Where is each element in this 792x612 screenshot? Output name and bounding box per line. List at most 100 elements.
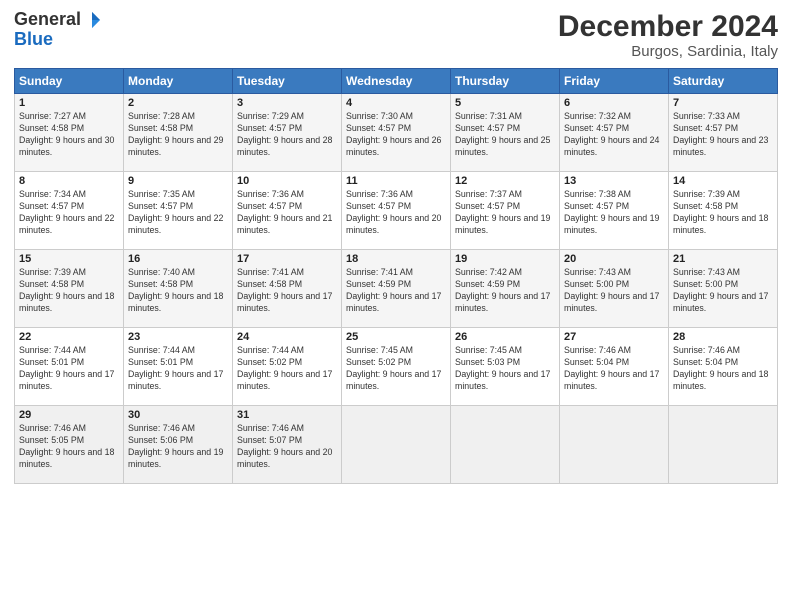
day-number: 14 — [673, 175, 773, 187]
cell-info: Sunrise: 7:29 AM Sunset: 4:57 PM Dayligh… — [237, 111, 337, 159]
cell-info: Sunrise: 7:38 AM Sunset: 4:57 PM Dayligh… — [564, 189, 664, 237]
calendar-cell: 6 Sunrise: 7:32 AM Sunset: 4:57 PM Daylig… — [560, 94, 669, 172]
calendar-cell: 7 Sunrise: 7:33 AM Sunset: 4:57 PM Daylig… — [669, 94, 778, 172]
calendar-cell: 19Sunrise: 7:42 AM Sunset: 4:59 PM Dayli… — [451, 250, 560, 328]
calendar-week-row: 29 Sunrise: 7:46 AM Sunset: 5:05 PM Dayli… — [15, 406, 778, 484]
cell-info: Sunrise: 7:46 AM Sunset: 5:05 PM Dayligh… — [19, 423, 119, 471]
header-cell-wednesday: Wednesday — [342, 69, 451, 94]
cell-info: Sunrise: 7:46 AM Sunset: 5:04 PM Dayligh… — [564, 345, 664, 393]
day-number: 7 — [673, 97, 773, 109]
calendar-cell: 22 Sunrise: 7:44 AM Sunset: 5:01 PM Dayli… — [15, 328, 124, 406]
calendar-cell — [451, 406, 560, 484]
calendar-cell: 31 Sunrise: 7:46 AM Sunset: 5:07 PM Dayli… — [233, 406, 342, 484]
cell-info: Sunrise: 7:43 AM Sunset: 5:00 PM Dayligh… — [564, 267, 664, 315]
cell-info: Sunrise: 7:44 AM Sunset: 5:02 PM Dayligh… — [237, 345, 337, 393]
calendar-cell: 13 Sunrise: 7:38 AM Sunset: 4:57 PM Dayli… — [560, 172, 669, 250]
day-number: 4 — [346, 97, 446, 109]
calendar-cell: 8Sunrise: 7:34 AM Sunset: 4:57 PM Daylig… — [15, 172, 124, 250]
day-number: 22 — [19, 331, 119, 343]
header-cell-sunday: Sunday — [15, 69, 124, 94]
cell-info: Sunrise: 7:46 AM Sunset: 5:06 PM Dayligh… — [128, 423, 228, 471]
header-cell-friday: Friday — [560, 69, 669, 94]
calendar-cell: 29 Sunrise: 7:46 AM Sunset: 5:05 PM Dayli… — [15, 406, 124, 484]
calendar-cell: 26 Sunrise: 7:45 AM Sunset: 5:03 PM Dayli… — [451, 328, 560, 406]
title-block: December 2024 Burgos, Sardinia, Italy — [558, 10, 778, 60]
day-number: 2 — [128, 97, 228, 109]
calendar-cell: 25 Sunrise: 7:45 AM Sunset: 5:02 PM Dayli… — [342, 328, 451, 406]
month-title: December 2024 — [558, 10, 778, 43]
calendar-cell — [342, 406, 451, 484]
cell-info: Sunrise: 7:44 AM Sunset: 5:01 PM Dayligh… — [19, 345, 119, 393]
calendar-cell: 23Sunrise: 7:44 AM Sunset: 5:01 PM Dayli… — [124, 328, 233, 406]
calendar-cell: 30Sunrise: 7:46 AM Sunset: 5:06 PM Dayli… — [124, 406, 233, 484]
cell-info: Sunrise: 7:37 AM Sunset: 4:57 PM Dayligh… — [455, 189, 555, 237]
cell-info: Sunrise: 7:33 AM Sunset: 4:57 PM Dayligh… — [673, 111, 773, 159]
cell-info: Sunrise: 7:43 AM Sunset: 5:00 PM Dayligh… — [673, 267, 773, 315]
calendar-cell: 2Sunrise: 7:28 AM Sunset: 4:58 PM Daylig… — [124, 94, 233, 172]
day-number: 29 — [19, 409, 119, 421]
day-number: 5 — [455, 97, 555, 109]
cell-info: Sunrise: 7:36 AM Sunset: 4:57 PM Dayligh… — [237, 189, 337, 237]
cell-info: Sunrise: 7:39 AM Sunset: 4:58 PM Dayligh… — [19, 267, 119, 315]
header-cell-tuesday: Tuesday — [233, 69, 342, 94]
calendar-cell: 21 Sunrise: 7:43 AM Sunset: 5:00 PM Dayli… — [669, 250, 778, 328]
calendar-cell: 20 Sunrise: 7:43 AM Sunset: 5:00 PM Dayli… — [560, 250, 669, 328]
cell-info: Sunrise: 7:45 AM Sunset: 5:03 PM Dayligh… — [455, 345, 555, 393]
cell-info: Sunrise: 7:35 AM Sunset: 4:57 PM Dayligh… — [128, 189, 228, 237]
day-number: 1 — [19, 97, 119, 109]
calendar-cell: 24 Sunrise: 7:44 AM Sunset: 5:02 PM Dayli… — [233, 328, 342, 406]
calendar-week-row: 1 Sunrise: 7:27 AM Sunset: 4:58 PM Daylig… — [15, 94, 778, 172]
day-number: 6 — [564, 97, 664, 109]
calendar-week-row: 15Sunrise: 7:39 AM Sunset: 4:58 PM Dayli… — [15, 250, 778, 328]
page-container: General Blue December 2024 Burgos, Sardi… — [0, 0, 792, 494]
calendar-cell: 28Sunrise: 7:46 AM Sunset: 5:04 PM Dayli… — [669, 328, 778, 406]
calendar-cell: 15Sunrise: 7:39 AM Sunset: 4:58 PM Dayli… — [15, 250, 124, 328]
day-number: 17 — [237, 253, 337, 265]
calendar-cell: 18 Sunrise: 7:41 AM Sunset: 4:59 PM Dayli… — [342, 250, 451, 328]
day-number: 3 — [237, 97, 337, 109]
cell-info: Sunrise: 7:41 AM Sunset: 4:59 PM Dayligh… — [346, 267, 446, 315]
day-number: 16 — [128, 253, 228, 265]
header-cell-saturday: Saturday — [669, 69, 778, 94]
day-number: 27 — [564, 331, 664, 343]
calendar-cell: 1 Sunrise: 7:27 AM Sunset: 4:58 PM Daylig… — [15, 94, 124, 172]
day-number: 31 — [237, 409, 337, 421]
calendar-cell: 11 Sunrise: 7:36 AM Sunset: 4:57 PM Dayli… — [342, 172, 451, 250]
day-number: 24 — [237, 331, 337, 343]
cell-info: Sunrise: 7:30 AM Sunset: 4:57 PM Dayligh… — [346, 111, 446, 159]
day-number: 21 — [673, 253, 773, 265]
cell-info: Sunrise: 7:45 AM Sunset: 5:02 PM Dayligh… — [346, 345, 446, 393]
cell-info: Sunrise: 7:32 AM Sunset: 4:57 PM Dayligh… — [564, 111, 664, 159]
cell-info: Sunrise: 7:27 AM Sunset: 4:58 PM Dayligh… — [19, 111, 119, 159]
day-number: 25 — [346, 331, 446, 343]
day-number: 9 — [128, 175, 228, 187]
cell-info: Sunrise: 7:46 AM Sunset: 5:07 PM Dayligh… — [237, 423, 337, 471]
calendar-cell: 9 Sunrise: 7:35 AM Sunset: 4:57 PM Daylig… — [124, 172, 233, 250]
calendar-cell: 10 Sunrise: 7:36 AM Sunset: 4:57 PM Dayli… — [233, 172, 342, 250]
cell-info: Sunrise: 7:41 AM Sunset: 4:58 PM Dayligh… — [237, 267, 337, 315]
calendar-cell: 14 Sunrise: 7:39 AM Sunset: 4:58 PM Dayli… — [669, 172, 778, 250]
day-number: 11 — [346, 175, 446, 187]
day-number: 13 — [564, 175, 664, 187]
calendar-cell: 3 Sunrise: 7:29 AM Sunset: 4:57 PM Daylig… — [233, 94, 342, 172]
header-cell-monday: Monday — [124, 69, 233, 94]
logo-blue-text: Blue — [14, 30, 53, 50]
day-number: 18 — [346, 253, 446, 265]
cell-info: Sunrise: 7:39 AM Sunset: 4:58 PM Dayligh… — [673, 189, 773, 237]
calendar-cell: 5 Sunrise: 7:31 AM Sunset: 4:57 PM Daylig… — [451, 94, 560, 172]
header-cell-thursday: Thursday — [451, 69, 560, 94]
cell-info: Sunrise: 7:36 AM Sunset: 4:57 PM Dayligh… — [346, 189, 446, 237]
calendar-week-row: 8Sunrise: 7:34 AM Sunset: 4:57 PM Daylig… — [15, 172, 778, 250]
day-number: 23 — [128, 331, 228, 343]
logo-general-text: General — [14, 10, 81, 30]
cell-info: Sunrise: 7:34 AM Sunset: 4:57 PM Dayligh… — [19, 189, 119, 237]
cell-info: Sunrise: 7:31 AM Sunset: 4:57 PM Dayligh… — [455, 111, 555, 159]
calendar-cell: 12Sunrise: 7:37 AM Sunset: 4:57 PM Dayli… — [451, 172, 560, 250]
calendar-cell — [560, 406, 669, 484]
cell-info: Sunrise: 7:46 AM Sunset: 5:04 PM Dayligh… — [673, 345, 773, 393]
day-number: 26 — [455, 331, 555, 343]
logo: General Blue — [14, 10, 101, 50]
calendar-header-row: SundayMondayTuesdayWednesdayThursdayFrid… — [15, 69, 778, 94]
day-number: 20 — [564, 253, 664, 265]
day-number: 10 — [237, 175, 337, 187]
